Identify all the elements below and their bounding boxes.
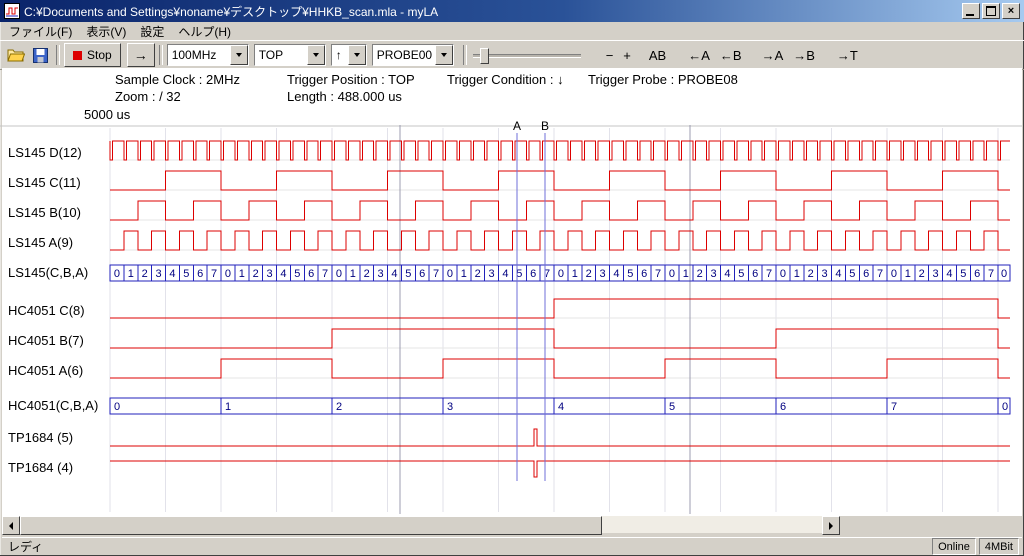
maximize-icon <box>986 6 996 16</box>
scroll-right-button[interactable] <box>822 516 840 535</box>
channel-label: LS145(C,B,A) <box>8 265 88 280</box>
menu-item-0[interactable]: ファイル(F) <box>2 22 79 41</box>
toolbar-button-2[interactable]: AB <box>644 45 671 66</box>
maximize-button[interactable] <box>982 3 1000 19</box>
sample-clock-value: 100MHz <box>168 48 230 62</box>
channel-label: HC4051 C(8) <box>8 303 85 318</box>
channel-label: LS145 C(11) <box>8 175 81 190</box>
chevron-down-icon[interactable] <box>435 45 453 65</box>
zoom-slider[interactable] <box>471 45 583 65</box>
open-file-button[interactable] <box>4 44 28 66</box>
toolbar-button-7[interactable]: →T <box>832 45 863 66</box>
toolbar-button-3[interactable]: ←A <box>683 45 715 66</box>
probe-value: PROBE00 <box>373 48 435 62</box>
waveform-view[interactable] <box>2 68 1022 516</box>
minimize-icon <box>966 14 974 16</box>
zoom-info: Zoom : / 32 <box>115 89 181 104</box>
trigger-position-value: TOP <box>255 48 307 62</box>
channel-label: TP1684 (4) <box>8 460 73 475</box>
trigger-edge-value: ↑ <box>332 48 348 62</box>
scroll-row <box>2 516 1022 534</box>
stop-label: Stop <box>87 48 112 62</box>
arrow-right-icon <box>829 522 833 530</box>
channel-label: HC4051 B(7) <box>8 333 84 348</box>
trigger-position-info: Trigger Position : TOP <box>287 72 415 87</box>
app-icon <box>4 3 20 19</box>
title-bar[interactable]: C:¥Documents and Settings¥noname¥デスクトップ¥… <box>0 0 1024 22</box>
chevron-down-icon[interactable] <box>348 45 366 65</box>
channel-label: HC4051(C,B,A) <box>8 398 98 413</box>
menu-item-1[interactable]: 表示(V) <box>79 22 133 41</box>
toolbar-button-1[interactable]: + <box>618 45 636 66</box>
sample-clock-combo[interactable]: 100MHz <box>167 44 249 66</box>
scrollbar-track[interactable] <box>20 516 822 533</box>
toolbar-button-group: −+ AB ←A←B →A→B →T <box>589 45 863 66</box>
scroll-left-button[interactable] <box>2 516 20 535</box>
arrow-left-icon <box>9 522 13 530</box>
open-folder-icon <box>7 48 25 62</box>
close-icon: × <box>1008 6 1014 17</box>
sample-clock-info: Sample Clock : 2MHz <box>115 72 240 87</box>
toolbar-button-0[interactable]: − <box>601 45 619 66</box>
menu-item-2[interactable]: 設定 <box>133 22 171 41</box>
stop-icon <box>73 51 82 60</box>
window-title: C:¥Documents and Settings¥noname¥デスクトップ¥… <box>24 3 958 20</box>
status-bar: レディ Online 4MBit <box>2 537 1022 555</box>
channel-label: LS145 D(12) <box>8 145 82 160</box>
toolbar-separator <box>463 45 467 65</box>
toolbar-button-6[interactable]: →B <box>788 45 820 66</box>
trigger-position-combo[interactable]: TOP <box>254 44 326 66</box>
slider-track <box>473 54 581 58</box>
trigger-edge-combo[interactable]: ↑ <box>331 44 367 66</box>
toolbar-button-5[interactable]: →A <box>757 45 789 66</box>
status-online: Online <box>932 538 976 555</box>
toolbar: Stop → 100MHz TOP ↑ PROBE00 −+ AB ←A←B →A→B… <box>0 40 1024 70</box>
scrollbar-thumb[interactable] <box>20 516 602 535</box>
minimize-button[interactable] <box>962 3 980 19</box>
save-floppy-icon <box>33 48 48 63</box>
slider-handle[interactable] <box>480 48 489 64</box>
trigger-probe-info: Trigger Probe : PROBE08 <box>588 72 738 87</box>
app-window: C:¥Documents and Settings¥noname¥デスクトップ¥… <box>0 0 1024 556</box>
chevron-down-icon[interactable] <box>307 45 325 65</box>
run-button[interactable]: → <box>127 43 155 67</box>
horizontal-scrollbar[interactable] <box>2 516 840 533</box>
length-info: Length : 488.000 us <box>287 89 402 104</box>
toolbar-separator <box>159 45 163 65</box>
channel-label: LS145 B(10) <box>8 205 81 220</box>
cursor-b-label[interactable]: B <box>538 119 552 133</box>
save-file-button[interactable] <box>28 44 52 66</box>
channel-label: HC4051 A(6) <box>8 363 83 378</box>
channel-label: TP1684 (5) <box>8 430 73 445</box>
probe-combo[interactable]: PROBE00 <box>372 44 454 66</box>
toolbar-separator <box>56 45 60 65</box>
status-memory: 4MBit <box>979 538 1019 555</box>
run-arrow-icon: → <box>134 47 148 63</box>
chevron-down-icon[interactable] <box>230 45 248 65</box>
cursor-a-label[interactable]: A <box>510 119 524 133</box>
trigger-condition-info: Trigger Condition : ↓ <box>447 72 564 87</box>
status-message: レディ <box>2 538 43 555</box>
timebase-label: 5000 us <box>84 107 130 122</box>
menu-item-3[interactable]: ヘルプ(H) <box>171 22 238 41</box>
toolbar-button-4[interactable]: ←B <box>715 45 747 66</box>
channel-label: LS145 A(9) <box>8 235 73 250</box>
stop-button[interactable]: Stop <box>64 43 121 67</box>
menu-bar: ファイル(F)表示(V)設定ヘルプ(H) <box>0 22 1024 40</box>
close-button[interactable]: × <box>1002 3 1020 19</box>
